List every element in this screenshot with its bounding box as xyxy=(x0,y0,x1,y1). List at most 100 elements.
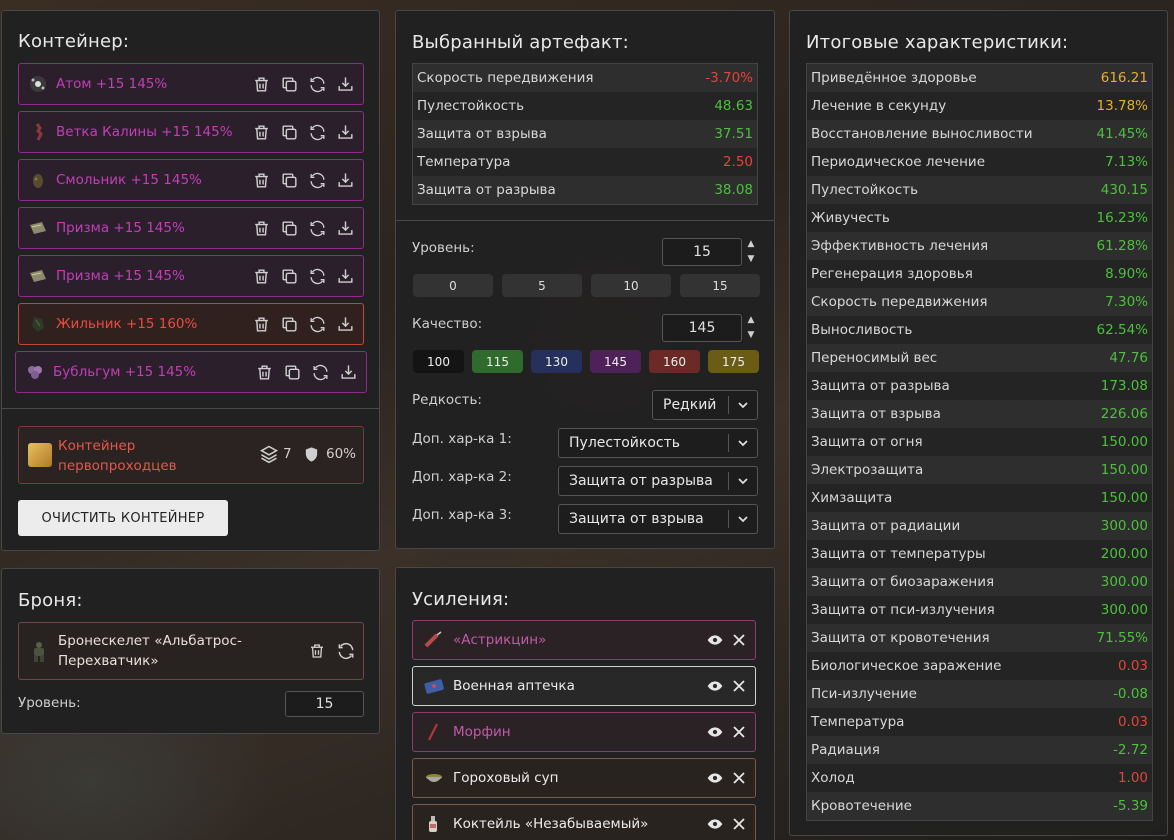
replace-icon[interactable] xyxy=(308,267,327,286)
extra2-select[interactable]: Защита от разрыва xyxy=(558,466,758,496)
close-icon[interactable] xyxy=(733,772,745,784)
quality-preset-button[interactable]: 115 xyxy=(472,350,523,373)
trash-icon[interactable] xyxy=(252,123,271,142)
stat-label: Эффективность лечения xyxy=(807,232,1081,260)
stat-label: Скорость передвижения xyxy=(807,288,1081,316)
level-preset-button[interactable]: 10 xyxy=(591,274,671,297)
replace-icon[interactable] xyxy=(308,171,327,190)
quality-up-arrow[interactable]: ▲ xyxy=(746,314,756,326)
quality-preset-button[interactable]: 175 xyxy=(708,350,759,373)
load-icon[interactable] xyxy=(336,219,355,238)
trash-icon[interactable] xyxy=(252,315,271,334)
eye-icon[interactable] xyxy=(707,678,723,694)
stat-label: Регенерация здоровья xyxy=(807,260,1081,288)
stat-row: Защита от пси-излучения 300.00 xyxy=(807,596,1152,624)
close-icon[interactable] xyxy=(733,680,745,692)
extra1-select[interactable]: Пулестойкость xyxy=(558,428,758,458)
boost-item[interactable]: «Астрикцин» xyxy=(412,620,756,660)
container-item-actions xyxy=(252,123,363,142)
copy-icon[interactable] xyxy=(280,219,299,238)
trash-icon[interactable] xyxy=(252,75,271,94)
stat-row: Эффективность лечения 61.28% xyxy=(807,232,1152,260)
load-icon[interactable] xyxy=(336,267,355,286)
copy-icon[interactable] xyxy=(280,171,299,190)
divider xyxy=(2,408,379,409)
eye-icon[interactable] xyxy=(707,724,723,740)
load-icon[interactable] xyxy=(336,315,355,334)
morphine-syringe-icon xyxy=(428,723,438,741)
quality-preset-button[interactable]: 145 xyxy=(590,350,641,373)
level-preset-button[interactable]: 5 xyxy=(502,274,582,297)
copy-icon[interactable] xyxy=(280,123,299,142)
replace-icon[interactable] xyxy=(308,123,327,142)
eye-icon[interactable] xyxy=(707,632,723,648)
level-label: Уровень: xyxy=(412,240,475,256)
level-input[interactable]: 15 xyxy=(662,238,742,266)
close-icon[interactable] xyxy=(733,818,745,830)
container-item[interactable]: Жильник +15 160% xyxy=(18,303,364,345)
quality-down-arrow[interactable]: ▼ xyxy=(746,329,756,341)
boost-item[interactable]: Гороховый суп xyxy=(412,758,756,798)
stat-value: -0.08 xyxy=(1080,680,1152,708)
close-icon[interactable] xyxy=(733,634,745,646)
container-item[interactable]: Бубльгум +15 145% xyxy=(15,351,367,393)
trash-icon[interactable] xyxy=(308,642,326,660)
level-down-arrow[interactable]: ▼ xyxy=(746,253,756,265)
copy-icon[interactable] xyxy=(283,363,302,382)
zhilnik-artifact-icon xyxy=(32,317,44,332)
armor-level-input[interactable]: 15 xyxy=(285,691,364,717)
rarity-select[interactable]: Редкий xyxy=(652,390,758,420)
copy-icon[interactable] xyxy=(280,267,299,286)
level-preset-button[interactable]: 15 xyxy=(680,274,760,297)
container-item[interactable]: Ветка Калины +15 145% xyxy=(18,111,364,153)
eye-icon[interactable] xyxy=(707,816,723,832)
trash-icon[interactable] xyxy=(255,363,274,382)
stat-value: 41.45% xyxy=(1080,120,1152,148)
copy-icon[interactable] xyxy=(280,315,299,334)
container-item[interactable]: Призма +15 145% xyxy=(18,255,364,297)
load-icon[interactable] xyxy=(336,171,355,190)
load-icon[interactable] xyxy=(339,363,358,382)
stat-row: Защита от разрыва 38.08 xyxy=(413,176,757,204)
container-item[interactable]: Призма +15 145% xyxy=(18,207,364,249)
trash-icon[interactable] xyxy=(252,171,271,190)
stat-row: Кровотечение -5.39 xyxy=(807,792,1152,820)
trash-icon[interactable] xyxy=(252,267,271,286)
extra1-label: Доп. хар-ка 1: xyxy=(412,431,512,447)
replace-icon[interactable] xyxy=(308,75,327,94)
eye-icon[interactable] xyxy=(707,770,723,786)
stat-label: Пулестойкость xyxy=(413,92,678,120)
stat-row: Лечение в секунду 13.78% xyxy=(807,92,1152,120)
container-item[interactable]: Смольник +15 145% xyxy=(18,159,364,201)
container-item-name: Смольник +15 145% xyxy=(56,172,202,188)
exoskeleton-icon xyxy=(34,642,44,662)
replace-icon[interactable] xyxy=(308,315,327,334)
copy-icon[interactable] xyxy=(280,75,299,94)
container-protection: 60% xyxy=(326,446,357,462)
replace-icon[interactable] xyxy=(336,641,356,661)
level-up-arrow[interactable]: ▲ xyxy=(746,238,756,250)
selected-artifact-panel: Выбранный артефакт: Скорость передвижени… xyxy=(395,10,775,549)
soup-bowl-icon xyxy=(426,774,442,782)
quality-preset-button[interactable]: 100 xyxy=(413,350,464,373)
trash-icon[interactable] xyxy=(252,219,271,238)
container-item[interactable]: Атом +15 145% xyxy=(18,63,364,105)
boost-item[interactable]: Морфин xyxy=(412,712,756,752)
boost-item[interactable]: Военная аптечка xyxy=(412,666,756,706)
replace-icon[interactable] xyxy=(311,363,330,382)
load-icon[interactable] xyxy=(336,123,355,142)
quality-preset-button[interactable]: 130 xyxy=(531,350,582,373)
close-icon[interactable] xyxy=(733,726,745,738)
stat-label: Восстановление выносливости xyxy=(807,120,1081,148)
clear-container-button[interactable]: ОЧИСТИТЬ КОНТЕЙНЕР xyxy=(18,500,228,536)
boost-item[interactable]: Коктейль «Незабываемый» xyxy=(412,804,756,840)
replace-icon[interactable] xyxy=(308,219,327,238)
quality-preset-button[interactable]: 160 xyxy=(649,350,700,373)
quality-input[interactable]: 145 xyxy=(662,314,742,342)
extra3-select[interactable]: Защита от взрыва xyxy=(558,504,758,534)
level-preset-button[interactable]: 0 xyxy=(413,274,493,297)
stat-value: 300.00 xyxy=(1080,596,1152,624)
stat-label: Радиация xyxy=(807,736,1081,764)
load-icon[interactable] xyxy=(336,75,355,94)
stat-row: Пси-излучение -0.08 xyxy=(807,680,1152,708)
